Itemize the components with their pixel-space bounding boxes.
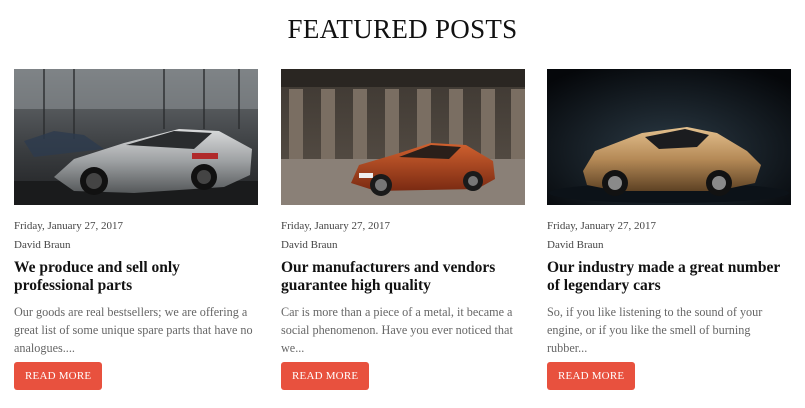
post-title[interactable]: We produce and sell only professional pa… — [14, 259, 254, 295]
post-date: Friday, January 27, 2017 — [281, 220, 390, 232]
read-more-button[interactable]: READ MORE — [547, 362, 636, 390]
post-image[interactable] — [547, 69, 791, 205]
post-image[interactable] — [14, 69, 258, 205]
post-date: Friday, January 27, 2017 — [547, 220, 656, 232]
read-more-button[interactable]: READ MORE — [281, 362, 370, 390]
post-title[interactable]: Our manufacturers and vendors guarantee … — [281, 259, 521, 295]
read-more-button[interactable]: READ MORE — [14, 362, 103, 390]
post-author[interactable]: David Braun — [547, 238, 791, 252]
post-date: Friday, January 27, 2017 — [14, 220, 123, 232]
post-excerpt: So, if you like listening to the sound o… — [547, 305, 763, 355]
post-author[interactable]: David Braun — [281, 238, 525, 252]
gold-sports-car-photo-icon — [547, 69, 791, 205]
post-card: Friday, January 27, 2017 David Braun Our… — [547, 69, 791, 390]
post-excerpt: Car is more than a piece of a metal, it … — [281, 305, 513, 355]
silver-coupe-photo-icon — [14, 69, 258, 205]
red-coupe-arena-photo-icon — [281, 69, 525, 205]
section-title: FEATURED POSTS — [287, 14, 518, 44]
post-card: Friday, January 27, 2017 David Braun Our… — [281, 69, 525, 390]
post-excerpt: Our goods are real bestsellers; we are o… — [14, 305, 253, 355]
post-card: Friday, January 27, 2017 David Braun We … — [14, 69, 258, 390]
post-author[interactable]: David Braun — [14, 238, 258, 252]
post-image[interactable] — [281, 69, 525, 205]
post-title[interactable]: Our industry made a great number of lege… — [547, 259, 787, 295]
